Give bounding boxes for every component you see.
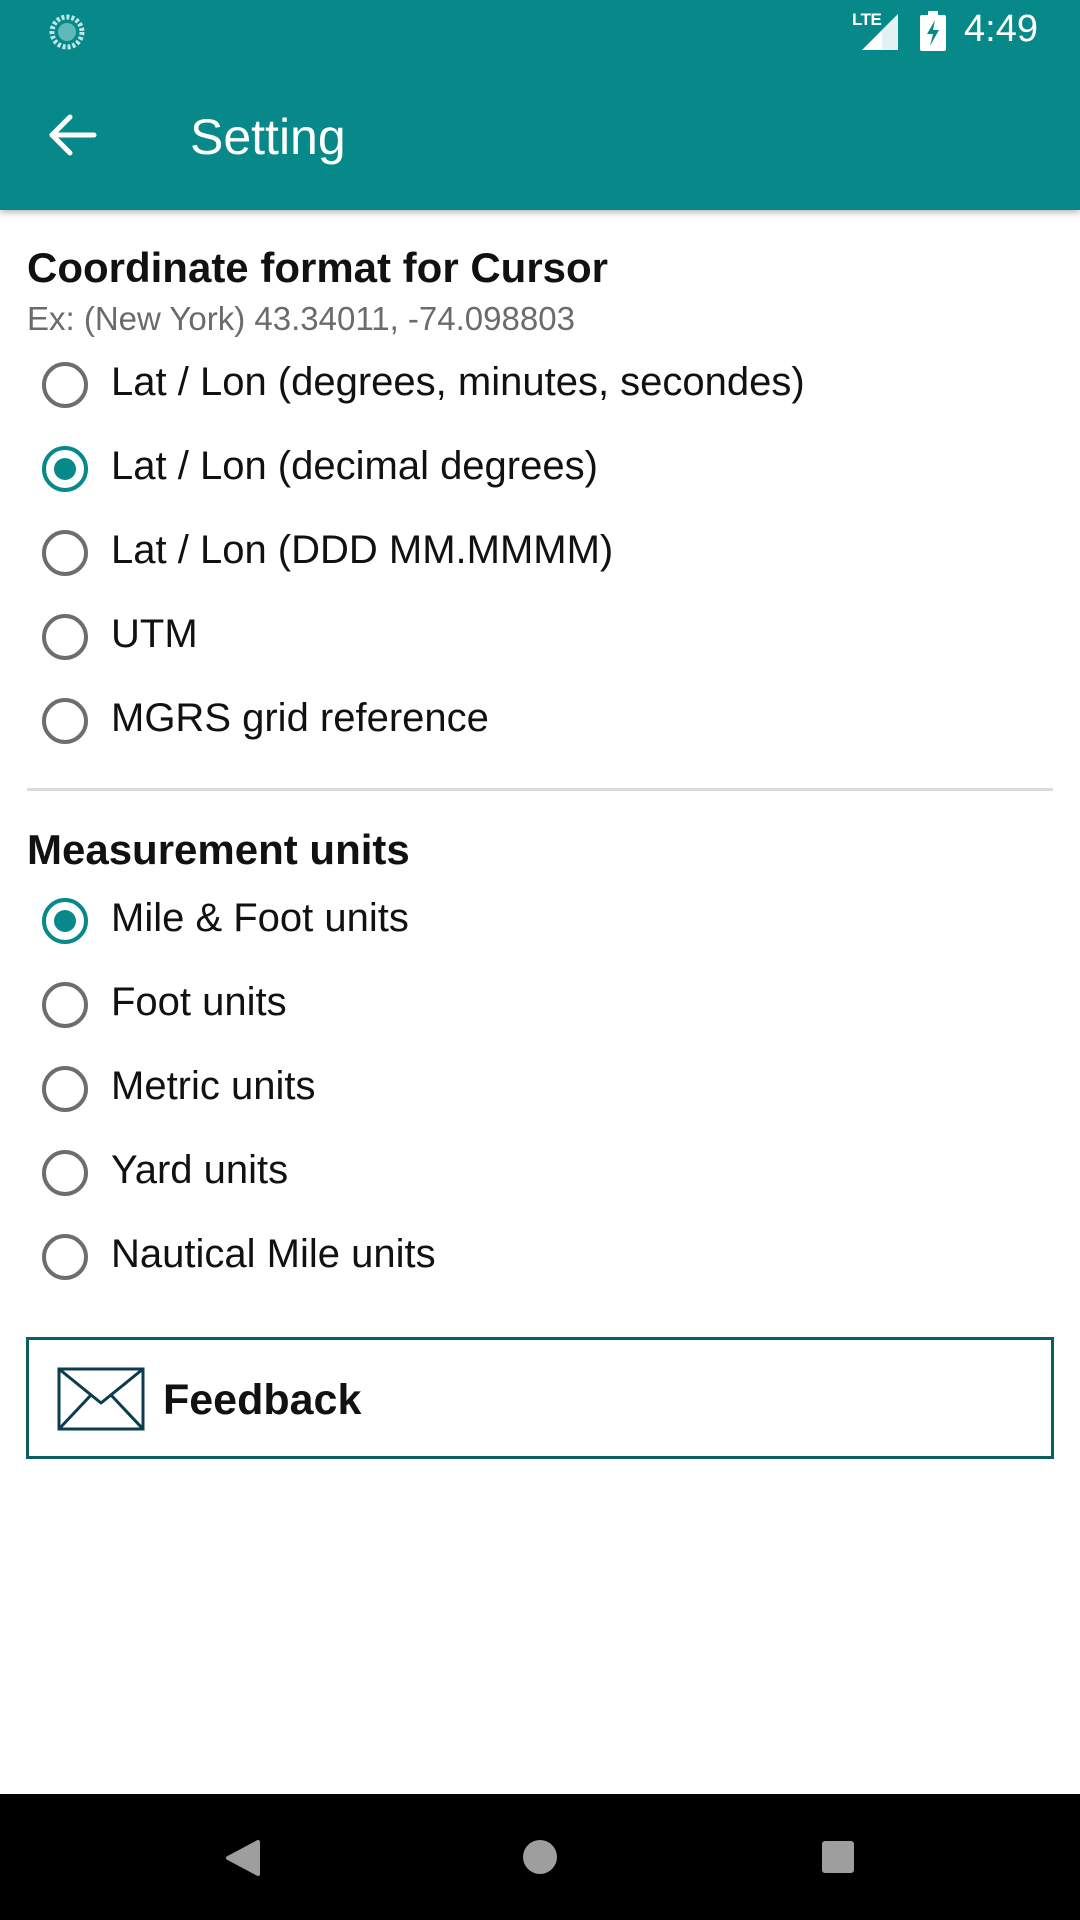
radio-label: Lat / Lon (degrees, minutes, secondes): [111, 360, 805, 404]
radio-button-checked-icon[interactable]: [42, 898, 88, 944]
coordinate-option-dms[interactable]: Lat / Lon (degrees, minutes, secondes): [27, 348, 1053, 428]
radio-label: Foot units: [111, 980, 287, 1024]
units-option-metric[interactable]: Metric units: [27, 1052, 1053, 1132]
coordinate-format-heading: Coordinate format for Cursor: [27, 244, 609, 291]
radio-label: Lat / Lon (decimal degrees): [111, 444, 598, 488]
units-option-mile-foot[interactable]: Mile & Foot units: [27, 884, 1053, 964]
mail-icon: [57, 1367, 145, 1431]
clock-time: 4:49: [964, 8, 1038, 50]
radio-label: Nautical Mile units: [111, 1232, 436, 1276]
section-divider: [27, 788, 1053, 791]
status-bar: LTE 4:49: [0, 0, 1080, 63]
units-option-nautical-mile[interactable]: Nautical Mile units: [27, 1220, 1053, 1300]
system-navigation-bar: [0, 1794, 1080, 1920]
radio-label: Metric units: [111, 1064, 316, 1108]
units-option-yard[interactable]: Yard units: [27, 1136, 1053, 1216]
radio-button-icon[interactable]: [42, 1066, 88, 1112]
radio-button-icon[interactable]: [42, 1150, 88, 1196]
radio-button-icon[interactable]: [42, 530, 88, 576]
coordinate-option-ddd-mm[interactable]: Lat / Lon (DDD MM.MMMM): [27, 516, 1053, 596]
radio-label: UTM: [111, 612, 198, 656]
radio-label: MGRS grid reference: [111, 696, 489, 740]
coordinate-option-decimal-degrees[interactable]: Lat / Lon (decimal degrees): [27, 432, 1053, 512]
radio-button-icon[interactable]: [42, 698, 88, 744]
coordinate-option-mgrs[interactable]: MGRS grid reference: [27, 684, 1053, 764]
home-circle-icon[interactable]: [470, 1794, 610, 1920]
radio-button-icon[interactable]: [42, 982, 88, 1028]
radio-button-icon[interactable]: [42, 362, 88, 408]
radio-button-icon[interactable]: [42, 1234, 88, 1280]
measurement-units-heading: Measurement units: [27, 826, 410, 873]
recents-square-icon[interactable]: [768, 1794, 908, 1920]
radio-button-checked-icon[interactable]: [42, 446, 88, 492]
battery-charging-icon: [920, 11, 946, 51]
coordinate-example-text: Ex: (New York) 43.34011, -74.098803: [27, 300, 575, 337]
feedback-label: Feedback: [163, 1376, 362, 1424]
radio-label: Yard units: [111, 1148, 289, 1192]
page-title: Setting: [190, 109, 346, 165]
radio-label: Mile & Foot units: [111, 896, 409, 940]
back-triangle-icon[interactable]: [172, 1794, 312, 1920]
units-option-foot[interactable]: Foot units: [27, 968, 1053, 1048]
arrow-back-icon[interactable]: [42, 108, 108, 162]
radio-button-icon[interactable]: [42, 614, 88, 660]
coordinate-option-utm[interactable]: UTM: [27, 600, 1053, 680]
feedback-button[interactable]: Feedback: [26, 1337, 1054, 1459]
sync-spinner-icon: [49, 14, 85, 50]
radio-label: Lat / Lon (DDD MM.MMMM): [111, 528, 614, 572]
app-bar: LTE 4:49 Setting: [0, 0, 1080, 210]
lte-signal-icon: [862, 14, 898, 50]
